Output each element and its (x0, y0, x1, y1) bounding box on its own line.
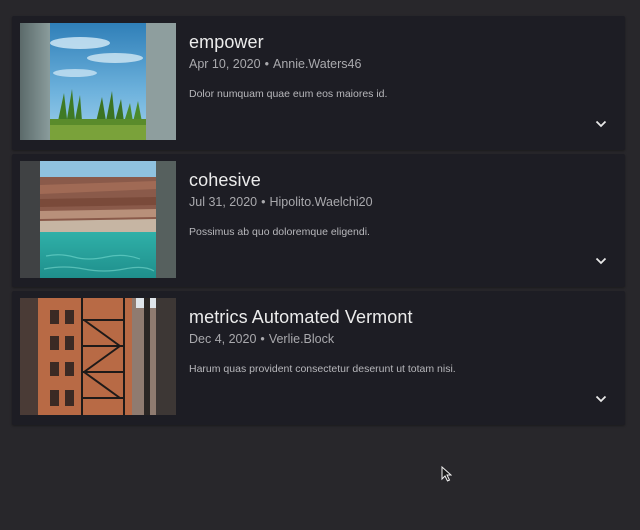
post-title[interactable]: metrics Automated Vermont (189, 307, 413, 328)
post-description: Harum quas provident consectetur deserun… (189, 363, 456, 375)
post-card[interactable]: empower Apr 10, 2020 • Annie.Waters46 Dolo… (12, 16, 625, 150)
post-meta: Apr 10, 2020 • Annie.Waters46 (189, 57, 361, 71)
post-author[interactable]: Annie.Waters46 (273, 57, 361, 71)
meta-separator: • (261, 195, 266, 209)
expand-button[interactable] (591, 116, 611, 132)
post-list: empower Apr 10, 2020 • Annie.Waters46 Dolo… (12, 16, 625, 429)
post-author[interactable]: Verlie.Block (269, 332, 334, 346)
post-author[interactable]: Hipolito.Waelchi20 (270, 195, 373, 209)
mouse-pointer-icon (441, 466, 452, 482)
post-card[interactable]: cohesive Jul 31, 2020 • Hipolito.Waelchi20… (12, 154, 625, 287)
cliff-and-water-image (20, 161, 176, 278)
chevron-down-icon (595, 257, 607, 265)
post-title[interactable]: empower (189, 32, 264, 53)
chevron-down-icon (595, 395, 607, 403)
post-date: Dec 4, 2020 (189, 332, 257, 346)
expand-button[interactable] (591, 391, 611, 407)
post-thumbnail[interactable] (20, 298, 176, 415)
expand-button[interactable] (591, 253, 611, 269)
grass-and-sky-image (20, 23, 176, 140)
post-date: Jul 31, 2020 (189, 195, 258, 209)
post-thumbnail[interactable] (20, 161, 176, 278)
post-date: Apr 10, 2020 (189, 57, 261, 71)
chevron-down-icon (595, 120, 607, 128)
post-description: Possimus ab quo doloremque eligendi. (189, 226, 370, 238)
brick-building-image (20, 298, 176, 415)
post-card[interactable]: metrics Automated Vermont Dec 4, 2020 • Ve… (12, 291, 625, 425)
post-description: Dolor numquam quae eum eos maiores id. (189, 88, 388, 100)
post-meta: Jul 31, 2020 • Hipolito.Waelchi20 (189, 195, 373, 209)
post-meta: Dec 4, 2020 • Verlie.Block (189, 332, 334, 346)
post-title[interactable]: cohesive (189, 170, 261, 191)
meta-separator: • (264, 57, 269, 71)
post-thumbnail[interactable] (20, 23, 176, 140)
meta-separator: • (260, 332, 265, 346)
